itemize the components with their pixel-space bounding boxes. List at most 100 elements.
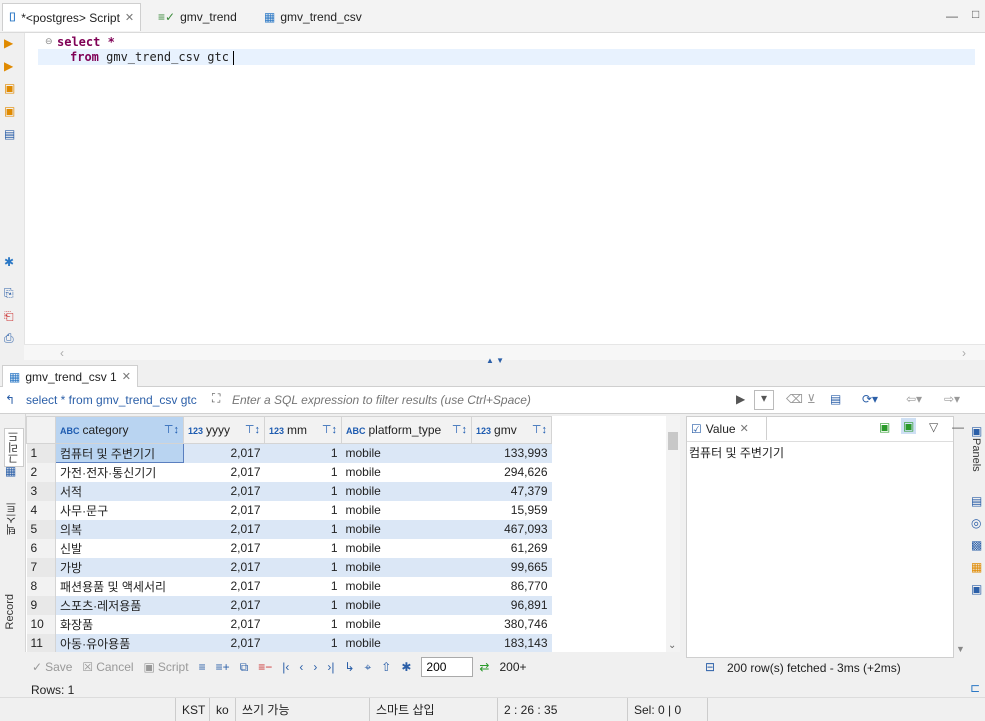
last-page-icon[interactable]: ›| bbox=[327, 660, 334, 674]
next-page-icon[interactable]: › bbox=[313, 660, 317, 674]
execute-script-icon[interactable]: ▣ bbox=[4, 81, 20, 97]
scroll-down-icon[interactable]: ▼ bbox=[956, 644, 965, 654]
close-icon[interactable]: ✕ bbox=[122, 370, 131, 383]
cell-yyyy[interactable]: 2,017 bbox=[183, 443, 265, 463]
cell-yyyy[interactable]: 2,017 bbox=[183, 519, 265, 539]
delete-row-icon[interactable]: ≡− bbox=[258, 660, 272, 674]
save-value-icon[interactable]: ▣ bbox=[879, 420, 890, 434]
scroll-right-icon[interactable]: › bbox=[962, 346, 966, 360]
grouping-icon[interactable]: ▩ bbox=[971, 538, 982, 552]
row-number[interactable]: 10 bbox=[26, 614, 56, 634]
table-row[interactable]: 1 컴퓨터 및 주변기기 2,017 1 mobile 133,993 bbox=[26, 443, 552, 463]
panels-tab[interactable]: Panels bbox=[970, 438, 982, 472]
table-row[interactable]: 10 화장품 2,017 1 mobile 380,746 bbox=[26, 614, 552, 634]
export-icon[interactable]: ⎘ bbox=[4, 286, 20, 302]
record-view-tab[interactable]: Record bbox=[4, 594, 16, 629]
save-button[interactable]: ✓ Save bbox=[32, 660, 72, 674]
close-icon[interactable]: ✕ bbox=[125, 11, 134, 24]
grid-view-tab[interactable]: 그리드 bbox=[4, 428, 24, 467]
apply-filter-icon[interactable]: ▶ bbox=[736, 392, 745, 406]
cell-mm[interactable]: 1 bbox=[265, 539, 342, 558]
column-header-gmv[interactable]: 123 gmv ⊤↕ bbox=[471, 416, 552, 444]
sort-filter-icon[interactable]: ⊤↕ bbox=[322, 423, 337, 436]
prev-page-icon[interactable]: ‹ bbox=[299, 660, 303, 674]
eraser-icon[interactable]: ⌫ bbox=[786, 392, 803, 406]
table-row[interactable]: 8 패션용품 및 액세서리 2,017 1 mobile 86,770 bbox=[26, 576, 552, 596]
column-header-mm[interactable]: 123 mm ⊤↕ bbox=[264, 416, 342, 444]
fetch-more-icon[interactable]: ⇄ bbox=[479, 660, 489, 674]
settings-icon[interactable]: ✱ bbox=[4, 255, 20, 271]
table-row[interactable]: 9 스포츠·레저용품 2,017 1 mobile 96,891 bbox=[26, 595, 552, 615]
cell-mm[interactable]: 1 bbox=[264, 633, 342, 652]
row-number[interactable]: 3 bbox=[26, 481, 56, 501]
cell-category[interactable]: 서적 bbox=[55, 481, 184, 501]
cell-platform-type[interactable]: mobile bbox=[342, 615, 472, 634]
cell-category[interactable]: 컴퓨터 및 주변기기 bbox=[55, 443, 184, 463]
sql-editor[interactable]: ⊖ select * bbox=[24, 33, 985, 344]
cell-mm[interactable]: 1 bbox=[264, 481, 342, 501]
results-grid[interactable]: ABC category ⊤↕ 123 yyyy ⊤↕ 123 mm ⊤↕ ABC platf… bbox=[26, 416, 666, 652]
cell-yyyy[interactable]: 2,017 bbox=[183, 481, 265, 501]
row-number[interactable]: 9 bbox=[26, 595, 56, 615]
back-icon[interactable]: ⇦▾ bbox=[906, 392, 922, 406]
row-number[interactable]: 1 bbox=[26, 443, 56, 463]
cell-gmv[interactable]: 99,665 bbox=[471, 557, 552, 577]
cell-gmv[interactable]: 380,746 bbox=[472, 615, 552, 634]
cell-platform-type[interactable]: mobile bbox=[342, 463, 472, 482]
sort-filter-icon[interactable]: ⊤↕ bbox=[245, 423, 260, 436]
minimize-icon[interactable]: — bbox=[946, 9, 958, 23]
auto-apply-icon[interactable]: ▣ bbox=[901, 418, 917, 434]
settings-icon[interactable]: ✱ bbox=[401, 660, 411, 674]
cell-category[interactable]: 패션용품 및 액세서리 bbox=[56, 577, 184, 596]
cell-platform-type[interactable]: mobile bbox=[341, 443, 472, 463]
expand-filter-icon[interactable]: ⛶ bbox=[212, 391, 220, 406]
cell-mm[interactable]: 1 bbox=[265, 615, 342, 634]
row-number[interactable]: 2 bbox=[26, 462, 56, 482]
focus-icon[interactable]: ⌖ bbox=[365, 660, 372, 675]
cell-gmv[interactable]: 15,959 bbox=[472, 501, 552, 520]
close-icon[interactable]: ✕ bbox=[740, 422, 749, 435]
fetch-more-button[interactable]: 200+ bbox=[499, 660, 526, 674]
fetch-size-input[interactable] bbox=[421, 657, 474, 677]
cell-yyyy[interactable]: 2,017 bbox=[184, 577, 265, 596]
panel-resize-arrows-icon[interactable]: ▲ ▼ bbox=[486, 356, 504, 365]
row-number[interactable]: 7 bbox=[26, 557, 56, 577]
minimize-icon[interactable]: — bbox=[952, 420, 964, 434]
cell-mm[interactable]: 1 bbox=[265, 501, 342, 520]
fold-icon[interactable]: ⊖ bbox=[45, 36, 53, 47]
cell-gmv[interactable]: 467,093 bbox=[471, 519, 552, 539]
cancel-button[interactable]: ☒ Cancel bbox=[82, 660, 133, 674]
import-icon[interactable]: ⎗ bbox=[4, 309, 20, 325]
cell-mm[interactable]: 1 bbox=[264, 519, 342, 539]
cell-platform-type[interactable]: mobile bbox=[341, 595, 472, 615]
row-number[interactable]: 5 bbox=[26, 519, 56, 539]
execute-new-tab-icon[interactable]: ▶ bbox=[4, 59, 20, 75]
cell-category[interactable]: 아동·유아용품 bbox=[55, 633, 184, 652]
cell-category[interactable]: 화장품 bbox=[56, 615, 184, 634]
filter-settings-icon[interactable]: ⊻ bbox=[807, 392, 816, 406]
tab-gmv-trend[interactable]: ≡✓ gmv_trend bbox=[152, 4, 243, 30]
value-panel-tab[interactable]: ☑ Value ✕ bbox=[687, 417, 767, 440]
format-icon[interactable]: ⎙ bbox=[4, 331, 20, 347]
table-row[interactable]: 7 가방 2,017 1 mobile 99,665 bbox=[26, 557, 552, 577]
save-filter-icon[interactable]: ▤ bbox=[830, 392, 841, 406]
column-header-yyyy[interactable]: 123 yyyy ⊤↕ bbox=[183, 416, 265, 444]
panel-menu-icon[interactable]: ▽ bbox=[929, 420, 938, 434]
filter-history-dropdown[interactable]: ▾ bbox=[754, 390, 774, 410]
cell-platform-type[interactable]: mobile bbox=[342, 501, 472, 520]
table-row[interactable]: 6 신발 2,017 1 mobile 61,269 bbox=[26, 538, 552, 558]
explain-plan-icon[interactable]: ▤ bbox=[4, 127, 20, 143]
cell-gmv[interactable]: 133,993 bbox=[471, 443, 552, 463]
first-page-icon[interactable]: |‹ bbox=[282, 660, 289, 674]
tab-gmv-trend-csv[interactable]: ▦ gmv_trend_csv bbox=[258, 4, 368, 30]
cell-gmv[interactable]: 183,143 bbox=[471, 633, 552, 652]
table-row[interactable]: 11 아동·유아용품 2,017 1 mobile 183,143 bbox=[26, 633, 552, 652]
row-number[interactable]: 4 bbox=[26, 500, 56, 520]
results-tab[interactable]: ▦ gmv_trend_csv 1 ✕ bbox=[2, 365, 138, 387]
cell-category[interactable]: 신발 bbox=[56, 539, 184, 558]
cell-platform-type[interactable]: mobile bbox=[341, 633, 472, 652]
cell-category[interactable]: 의복 bbox=[55, 519, 184, 539]
cell-yyyy[interactable]: 2,017 bbox=[184, 539, 265, 558]
text-view-tab[interactable]: 텍스트 bbox=[4, 502, 20, 535]
table-row[interactable]: 4 사무·문구 2,017 1 mobile 15,959 bbox=[26, 500, 552, 520]
